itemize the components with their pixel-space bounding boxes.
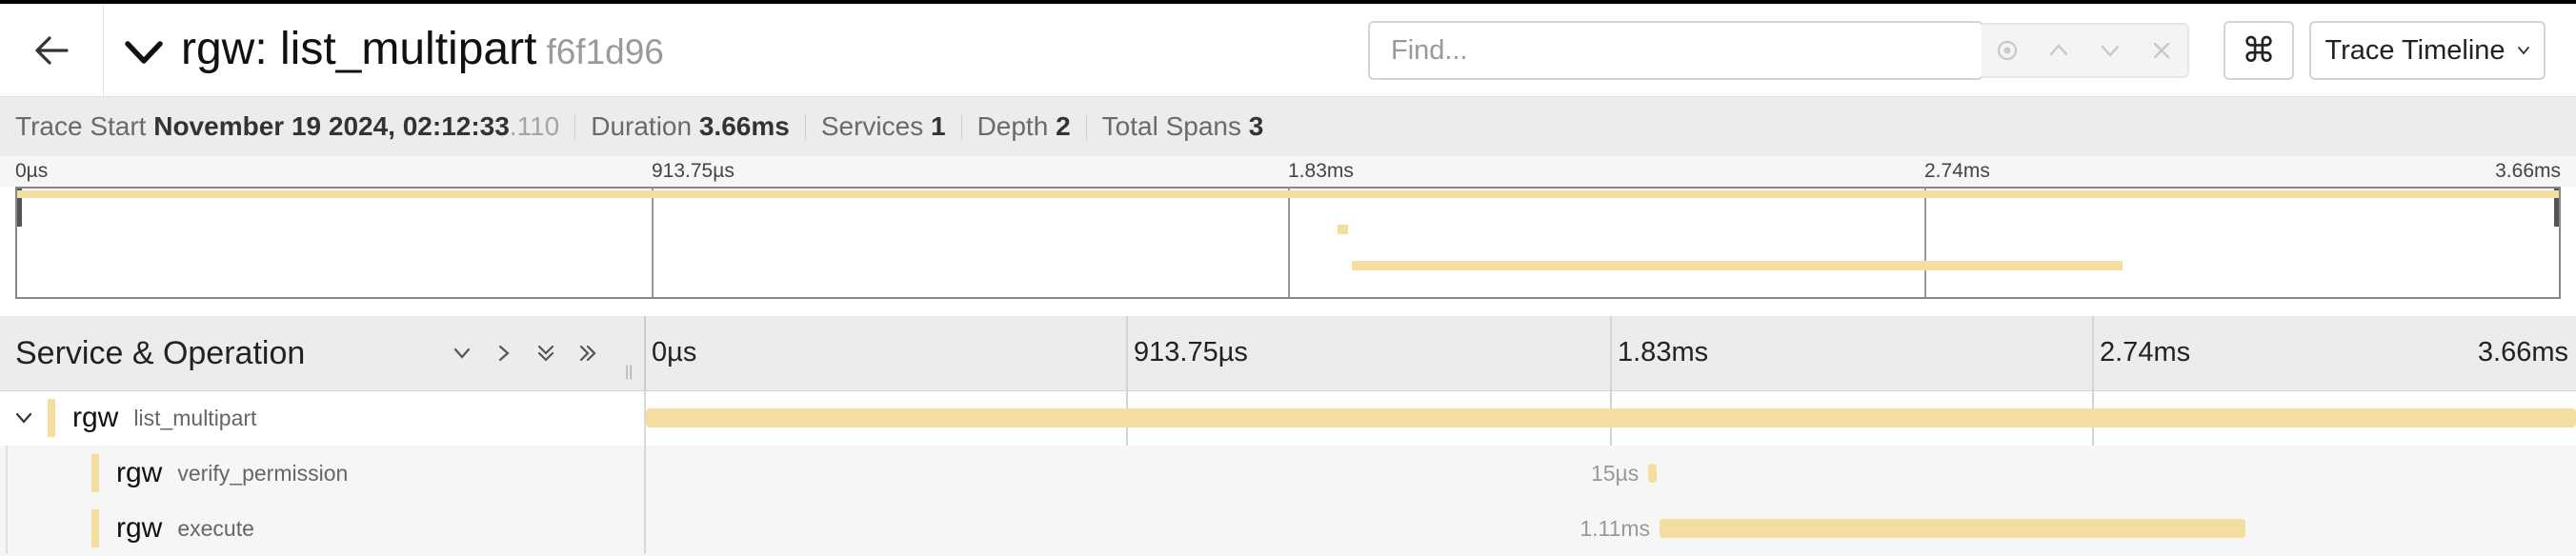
services: Services 1 bbox=[806, 113, 962, 140]
chevron-down-icon[interactable] bbox=[13, 407, 34, 428]
service-name: rgw bbox=[72, 402, 119, 433]
span-duration-label: 1.11ms bbox=[1580, 516, 1651, 541]
depth-value: 2 bbox=[1056, 111, 1071, 141]
search-tools bbox=[1982, 23, 2189, 78]
collapse-one-button[interactable] bbox=[448, 339, 476, 367]
span-bar[interactable] bbox=[1660, 519, 2245, 538]
span-row[interactable]: rgw verify_permission bbox=[0, 446, 2576, 501]
arrow-left-icon bbox=[35, 36, 69, 65]
services-label: Services bbox=[820, 111, 924, 141]
trace-id: f6f1d96 bbox=[546, 32, 664, 71]
services-value: 1 bbox=[930, 111, 946, 141]
duration: Duration 3.66ms bbox=[575, 113, 806, 140]
view-select[interactable]: Trace Timeline bbox=[2309, 21, 2546, 80]
minimap-ticks: 0µs 913.75µs 1.83ms 2.74ms 3.66ms bbox=[0, 156, 2576, 187]
minimap-span-bar bbox=[1337, 225, 1348, 234]
minimap-tick: 913.75µs bbox=[652, 160, 735, 182]
target-icon[interactable] bbox=[1995, 38, 2020, 63]
timeline-tick: 0µs bbox=[652, 337, 697, 367]
service-name: rgw bbox=[116, 457, 163, 488]
minimap-tick: 2.74ms bbox=[1924, 160, 1990, 182]
collapse-all-button[interactable] bbox=[532, 339, 560, 367]
minimap-tick: 3.66ms bbox=[2495, 160, 2561, 182]
span-bar[interactable] bbox=[1648, 464, 1657, 483]
timeline-tick: 1.83ms bbox=[1618, 337, 1709, 367]
timeline-tick: 913.75µs bbox=[1134, 337, 1248, 367]
column-divider bbox=[644, 316, 646, 390]
total-spans-label: Total Spans bbox=[1101, 111, 1241, 141]
command-icon: ⌘ bbox=[2242, 30, 2276, 70]
span-name: rgw verify_permission bbox=[91, 446, 348, 501]
minimap-gridline bbox=[652, 189, 654, 297]
depth-label: Depth bbox=[976, 111, 1049, 141]
span-name: rgw list_multipart bbox=[48, 390, 256, 446]
chevron-up-icon[interactable] bbox=[2046, 38, 2071, 63]
collapse-header-toggle[interactable] bbox=[122, 30, 166, 74]
minimap-canvas[interactable] bbox=[15, 187, 2561, 299]
service-name: rgw bbox=[116, 512, 163, 544]
back-button[interactable] bbox=[0, 4, 104, 97]
expand-all-icon bbox=[579, 345, 596, 362]
chevron-down-icon[interactable] bbox=[2098, 38, 2123, 63]
operation-name: execute bbox=[177, 515, 254, 541]
column-resize-handle[interactable]: || bbox=[625, 364, 633, 381]
trace-start-value: November 19 2024, 02:12:33 bbox=[153, 111, 510, 141]
minimap-gridline bbox=[1924, 189, 1926, 297]
minimap-span-bar bbox=[17, 190, 2559, 198]
expand-all-button[interactable] bbox=[574, 339, 602, 367]
search-box bbox=[1368, 21, 1983, 80]
depth: Depth 2 bbox=[962, 113, 1087, 140]
trace-title-text: rgw: list_multipart bbox=[181, 24, 537, 74]
trace-start-label: Trace Start bbox=[15, 111, 147, 141]
span-duration-label: 15µs bbox=[1590, 461, 1640, 486]
span-name: rgw execute bbox=[91, 501, 254, 556]
trace-start-ms: .110 bbox=[509, 111, 560, 141]
operation-name: verify_permission bbox=[177, 460, 349, 486]
minimap-gridline bbox=[1288, 189, 1290, 297]
timeline-tick: 3.66ms bbox=[2477, 337, 2568, 367]
tree-guide-line bbox=[6, 446, 8, 554]
minimap-span-bar bbox=[1352, 261, 2123, 270]
minimap-spacer bbox=[0, 299, 2576, 317]
minimap-tick: 0µs bbox=[15, 160, 49, 182]
service-color-marker bbox=[48, 399, 55, 437]
chevron-down-icon bbox=[2517, 47, 2529, 55]
timeline-tick: 2.74ms bbox=[2100, 337, 2191, 367]
span-bar[interactable] bbox=[646, 408, 2576, 427]
service-color-marker bbox=[91, 509, 99, 547]
trace-summary: Trace Start November 19 2024, 02:12:33.1… bbox=[0, 97, 2576, 157]
minimap-tick: 1.83ms bbox=[1288, 160, 1354, 182]
trace-start: Trace Start November 19 2024, 02:12:33.1… bbox=[0, 111, 576, 141]
keyboard-shortcuts-button[interactable]: ⌘ bbox=[2224, 21, 2294, 80]
total-spans: Total Spans 3 bbox=[1087, 113, 1279, 140]
service-color-marker bbox=[91, 454, 99, 492]
chevron-down-icon bbox=[453, 348, 471, 359]
expand-icon bbox=[498, 345, 510, 362]
chevron-down-icon bbox=[125, 41, 163, 64]
collapse-all-icon bbox=[537, 345, 554, 362]
expand-one-button[interactable] bbox=[490, 339, 518, 367]
operation-name: list_multipart bbox=[133, 405, 257, 430]
view-select-label: Trace Timeline bbox=[2324, 34, 2506, 66]
duration-value: 3.66ms bbox=[698, 111, 790, 141]
service-operation-header: Service & Operation bbox=[15, 335, 306, 371]
search-input[interactable] bbox=[1370, 23, 1980, 78]
total-spans-value: 3 bbox=[1248, 111, 1264, 141]
close-icon[interactable] bbox=[2149, 38, 2174, 63]
timeline-header: Service & Operation || 0µs 913.75µs 1.83… bbox=[0, 316, 2576, 391]
trace-title: rgw: list_multipart f6f1d96 bbox=[181, 21, 664, 81]
duration-label: Duration bbox=[591, 111, 693, 141]
